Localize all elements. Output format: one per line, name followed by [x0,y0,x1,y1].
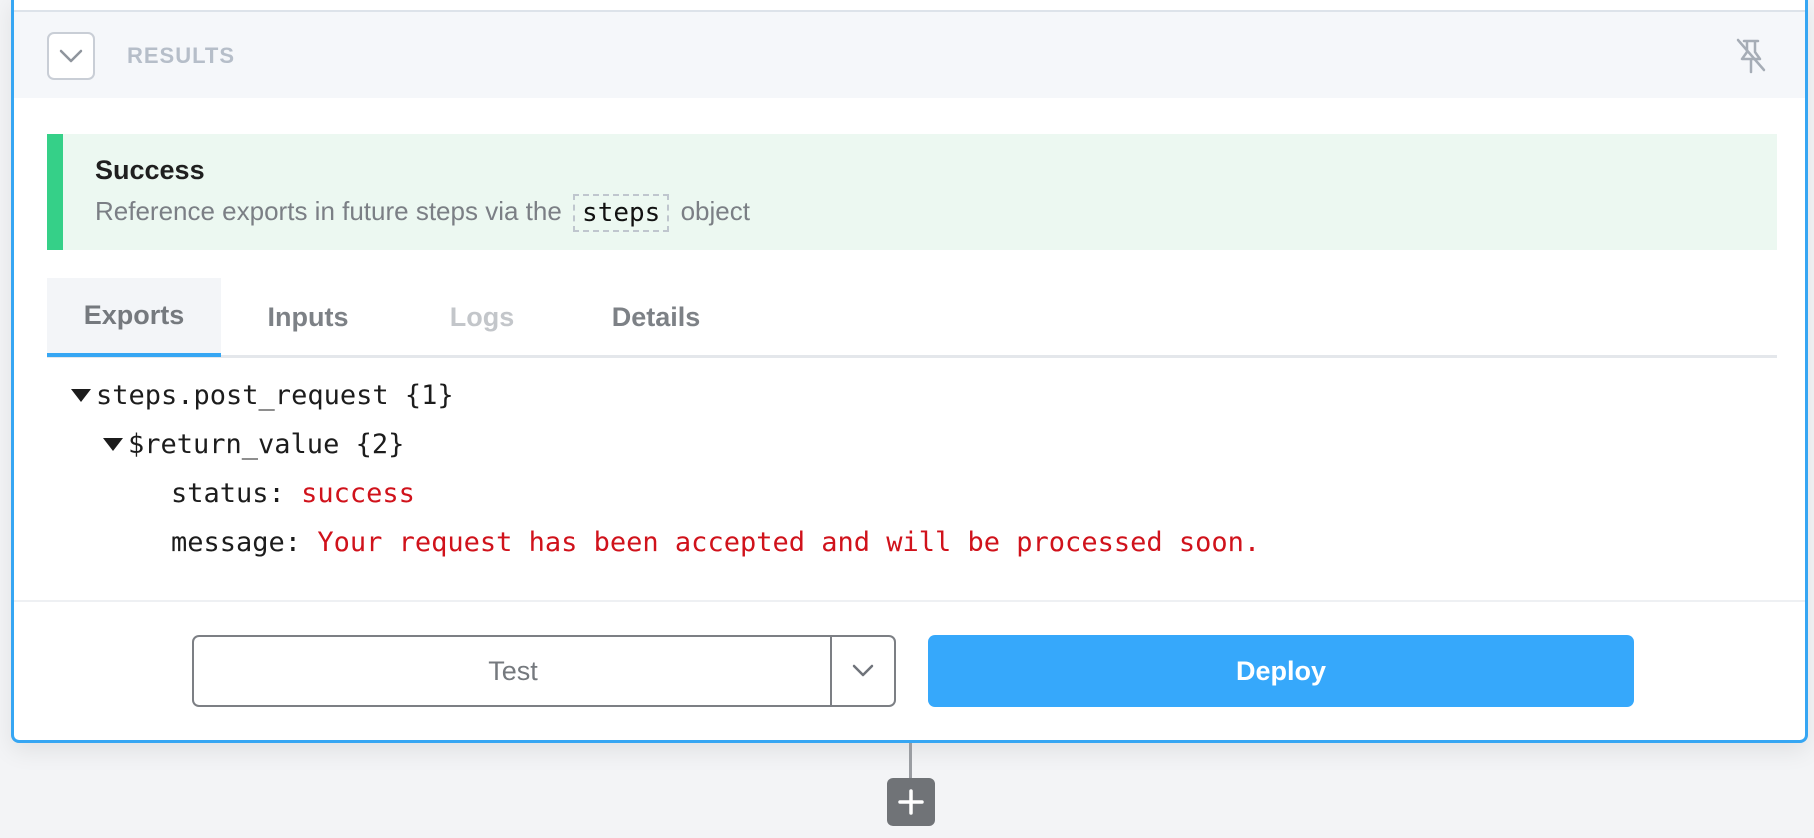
field-value: Your request has been accepted and will … [317,526,1261,558]
tab-exports[interactable]: Exports [47,278,221,357]
tree-node-return-value[interactable]: $return_value {2} [102,427,404,461]
test-button[interactable]: Test [194,637,832,705]
step-connector-line [909,743,912,779]
chevron-down-icon [59,49,83,63]
chevron-down-icon [852,664,874,677]
tab-inputs[interactable]: Inputs [221,278,395,357]
step-card: RESULTS Success Reference exports in fut… [11,0,1808,743]
tree-node-root[interactable]: steps.post_request {1} [70,378,454,412]
alert-text-after: object [680,195,750,226]
tab-logs[interactable]: Logs [395,278,569,357]
add-step-button[interactable] [887,778,935,826]
tab-details[interactable]: Details [569,278,743,357]
test-button-group: Test [192,635,896,707]
field-value: success [301,477,415,509]
field-key: status: [171,477,285,509]
unpin-icon[interactable] [1733,36,1769,76]
tree-field-message: message: Your request has been accepted … [171,525,1260,559]
field-key: message: [171,526,302,558]
results-label: RESULTS [127,43,236,68]
tree-field-status: status: success [171,476,415,510]
alert-text-before: Reference exports in future steps via th… [95,195,562,226]
results-header: RESULTS [14,10,1805,98]
deploy-button[interactable]: Deploy [928,635,1634,707]
alert-title: Success [95,155,205,185]
success-alert: Success Reference exports in future step… [47,134,1777,250]
plus-icon [898,789,924,815]
alert-code: steps [573,194,670,232]
caret-down-icon [103,438,123,451]
alert-text: Reference exports in future steps via th… [95,194,750,232]
card-footer: Test Deploy [14,600,1805,740]
caret-down-icon [71,389,91,402]
collapse-button[interactable] [47,32,95,80]
tree-node-root-label: steps.post_request {1} [96,379,454,411]
test-options-button[interactable] [830,637,894,705]
results-tabs: Exports Inputs Logs Details [47,278,1777,358]
tree-node-return-value-label: $return_value {2} [128,428,405,460]
